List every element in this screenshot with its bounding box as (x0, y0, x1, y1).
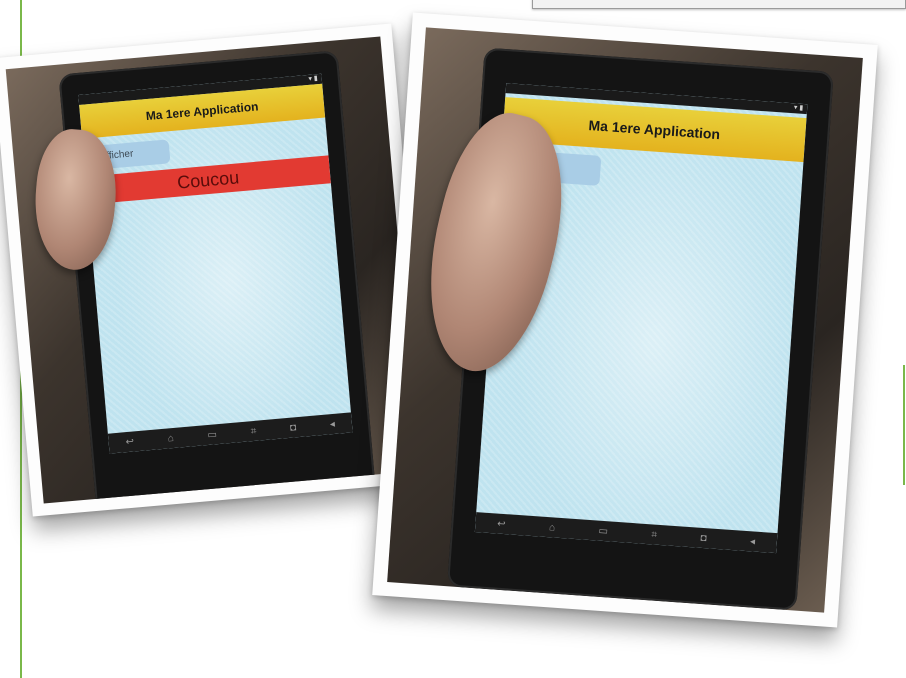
volume-icon[interactable]: ◂ (329, 418, 335, 429)
home-icon[interactable]: ⌂ (167, 432, 174, 443)
volume-icon[interactable]: ◂ (750, 536, 756, 547)
back-icon[interactable]: ↩ (497, 518, 506, 530)
home-icon[interactable]: ⌂ (549, 522, 556, 533)
photo-right: ▾ ▮ Ma 1ere Application fer ↩ ⌂ ▭ ⌗ ◘ ◂ (387, 27, 863, 613)
tablet-screen: ▾ ▮ Ma 1ere Application Afficher Coucou … (78, 73, 353, 454)
top-caption-box (532, 0, 906, 9)
screenshot-icon[interactable]: ⌗ (651, 529, 657, 540)
recents-icon[interactable]: ▭ (207, 429, 217, 441)
camera-icon[interactable]: ◘ (700, 532, 707, 543)
android-nav-bar: ↩ ⌂ ▭ ⌗ ◘ ◂ (474, 512, 778, 554)
screenshot-icon[interactable]: ⌗ (250, 425, 257, 436)
tablet-device: ▾ ▮ Ma 1ere Application Afficher Coucou … (58, 50, 376, 504)
photo-left: ▾ ▮ Ma 1ere Application Afficher Coucou … (5, 36, 419, 504)
photo-print-right: ▾ ▮ Ma 1ere Application fer ↩ ⌂ ▭ ⌗ ◘ ◂ (372, 12, 878, 628)
recents-icon[interactable]: ▭ (598, 525, 608, 537)
camera-icon[interactable]: ◘ (290, 422, 297, 433)
back-icon[interactable]: ↩ (125, 436, 134, 448)
right-accent-rule (903, 365, 905, 485)
photo-print-left: ▾ ▮ Ma 1ere Application Afficher Coucou … (0, 23, 432, 517)
android-nav-bar: ↩ ⌂ ▭ ⌗ ◘ ◂ (107, 412, 353, 454)
